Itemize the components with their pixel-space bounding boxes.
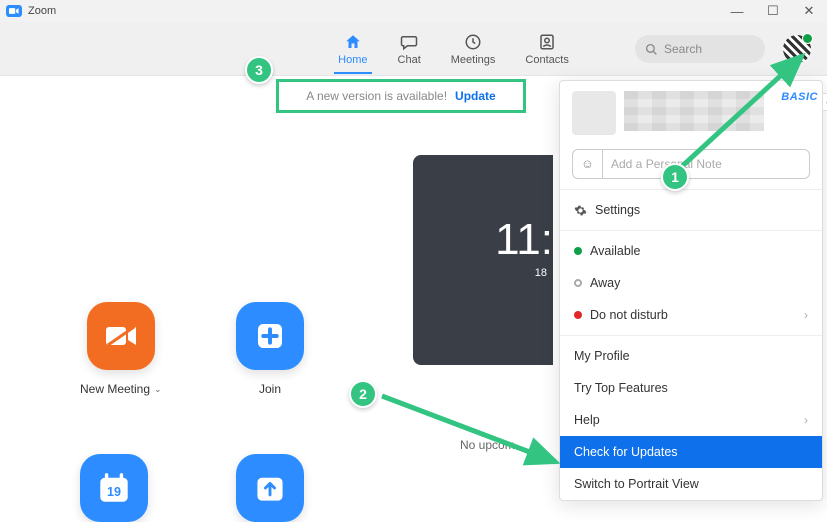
clock-card: 11: 18 [413,155,553,365]
menu-label: Check for Updates [574,445,678,459]
update-link[interactable]: Update [455,89,496,103]
menu-label: Available [590,244,641,258]
menu-try-features[interactable]: Try Top Features [560,372,822,404]
profile-menu: BASIC ‹ ☺ Add a Personal Note Settings A… [559,80,823,501]
minimize-button[interactable]: — [719,0,755,22]
close-button[interactable]: ✕ [791,0,827,22]
banner-text: A new version is available! [306,89,447,103]
search-input[interactable]: Search [635,35,765,63]
tab-chat[interactable]: Chat [398,32,421,66]
share-screen-button[interactable] [236,454,304,522]
menu-status-away[interactable]: Away [560,267,822,299]
search-placeholder: Search [664,42,702,56]
menu-status-dnd[interactable]: Do not disturb › [560,299,822,331]
profile-avatar[interactable] [783,35,811,63]
menu-label: Try Top Features [574,381,668,395]
schedule-button[interactable]: 19 [80,454,148,522]
collapse-toggle[interactable]: ‹ [823,93,827,111]
chevron-down-icon[interactable]: ⌄ [154,384,162,395]
maximize-button[interactable]: ☐ [755,0,791,22]
header-nav: Home Chat Meetings Contacts Search [0,22,827,76]
gear-icon [574,204,587,217]
window-controls: — ☐ ✕ [719,0,827,22]
emoji-icon[interactable]: ☺ [573,150,603,178]
chevron-right-icon: › [804,413,808,427]
menu-check-updates[interactable]: Check for Updates [560,436,822,468]
home-icon [343,32,363,52]
tab-contacts[interactable]: Contacts [525,32,568,66]
share-icon [236,454,304,522]
annotation-badge-1: 1 [661,163,689,191]
tab-label: Chat [398,54,421,66]
menu-my-profile[interactable]: My Profile [560,340,822,372]
annotation-arrow-2 [378,388,568,472]
annotation-badge-2: 2 [349,380,377,408]
title-bar: Zoom — ☐ ✕ [0,0,827,22]
menu-label: Switch to Portrait View [574,477,699,491]
menu-settings[interactable]: Settings [560,194,822,226]
status-dot-icon [574,247,582,255]
update-banner: A new version is available! Update [276,79,526,113]
menu-label: Help [574,413,600,427]
chevron-right-icon: › [804,308,808,322]
clock-time: 11: [413,215,553,265]
status-dot-icon [574,311,582,319]
tab-home[interactable]: Home [338,32,367,66]
new-meeting-button[interactable]: New Meeting ⌄ [80,302,162,396]
tab-label: Contacts [525,54,568,66]
redacted-name [624,91,764,131]
tab-meetings[interactable]: Meetings [451,32,496,66]
join-button[interactable]: Join [236,302,304,396]
personal-note-input[interactable]: ☺ Add a Personal Note [572,149,810,179]
window-title: Zoom [28,5,56,17]
upcoming-text: No upcom [460,438,515,452]
zoom-logo-icon [6,5,22,17]
plus-icon [236,302,304,370]
clock-date: 18 [413,267,553,279]
status-dot-icon [574,279,582,287]
plan-badge: BASIC [781,91,818,103]
calendar-icon: 19 [80,454,148,522]
menu-label: Do not disturb [590,308,668,322]
menu-portrait-view[interactable]: Switch to Portrait View [560,468,822,500]
contacts-icon [537,32,557,52]
button-label: New Meeting [80,382,150,396]
video-icon [87,302,155,370]
menu-avatar [572,91,616,135]
button-label: Join [259,382,281,396]
menu-help[interactable]: Help › [560,404,822,436]
chat-icon [399,32,419,52]
search-icon [645,43,658,56]
menu-label: Settings [595,203,640,217]
annotation-badge-3: 3 [245,56,273,84]
tab-label: Meetings [451,54,496,66]
svg-text:19: 19 [107,485,121,499]
menu-label: My Profile [574,349,630,363]
menu-label: Away [590,276,620,290]
tab-label: Home [338,54,367,66]
menu-status-available[interactable]: Available [560,235,822,267]
clock-icon [463,32,483,52]
